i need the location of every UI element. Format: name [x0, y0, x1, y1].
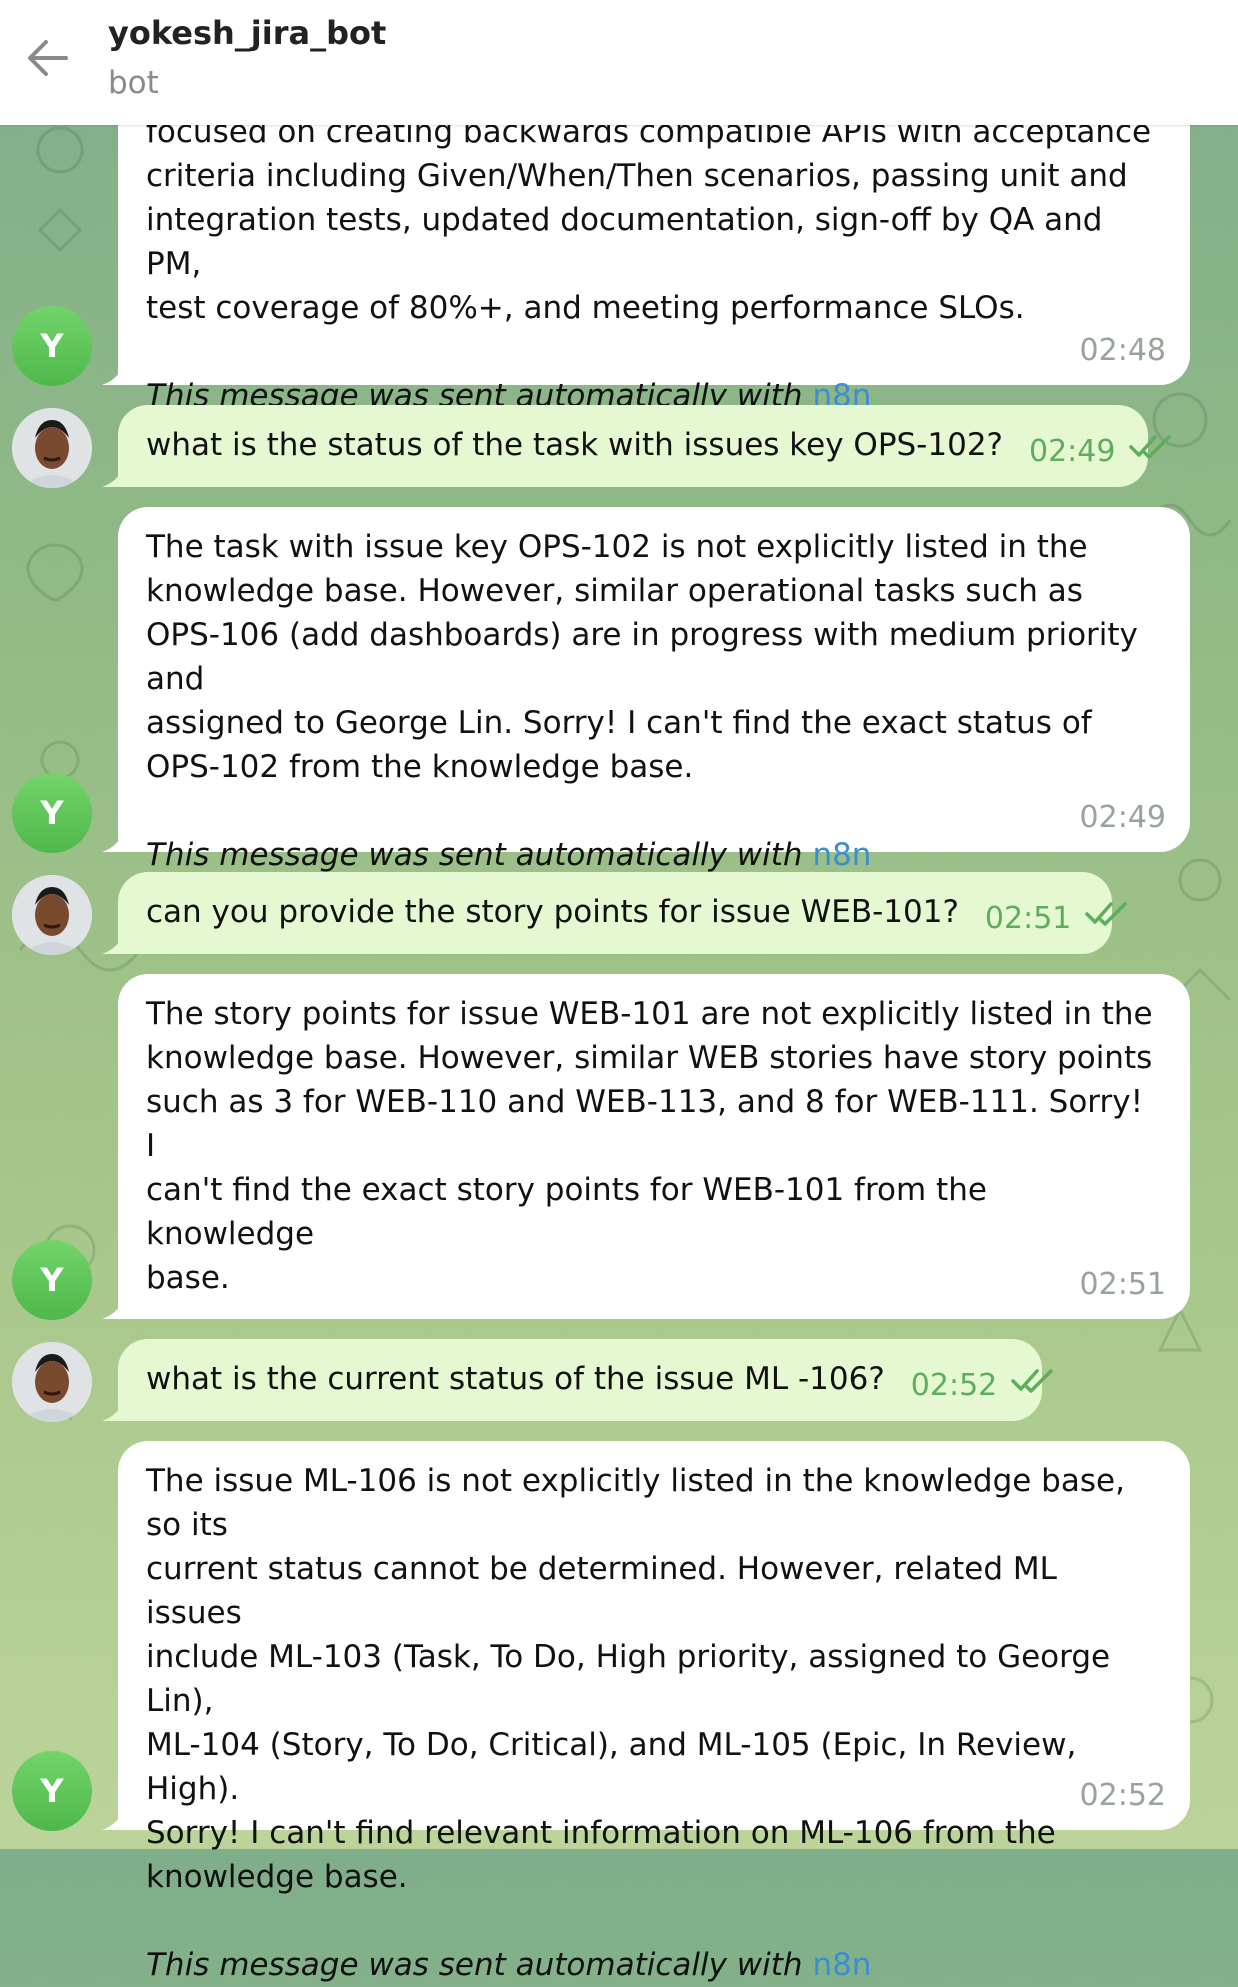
message-text: focused on creating backwards compatible…: [146, 114, 1152, 326]
bubble-tail: [102, 826, 126, 852]
chat-title[interactable]: yokesh_jira_bot: [108, 14, 386, 52]
message-time: 02:51: [1079, 1267, 1166, 1302]
message-text: can you provide the story points for iss…: [146, 894, 959, 930]
n8n-link[interactable]: n8n: [812, 837, 871, 873]
bubble-tail: [102, 1293, 126, 1319]
user-avatar-photo[interactable]: [12, 1342, 92, 1422]
message-text: what is the current status of the issue …: [146, 1361, 885, 1397]
message-time: 02:49: [1079, 800, 1166, 835]
user-avatar-photo[interactable]: [12, 408, 92, 488]
message-time: 02:52: [1079, 1778, 1166, 1813]
double-check-icon: [1129, 435, 1172, 459]
bubble-tail: [102, 1395, 126, 1421]
bubble-tail: [102, 461, 126, 487]
message-text: what is the status of the task with issu…: [146, 427, 1003, 463]
user-message: can you provide the story points for iss…: [102, 872, 1128, 954]
bubble-tail: [102, 1804, 126, 1830]
bubble-tail: [102, 359, 126, 385]
back-arrow-icon: [28, 40, 68, 76]
bot-avatar[interactable]: Y: [12, 773, 92, 853]
bot-avatar[interactable]: Y: [12, 1240, 92, 1320]
message-text: The story points for issue WEB-101 are n…: [146, 996, 1153, 1296]
message-text: The task with issue key OPS-102 is not e…: [146, 529, 1138, 785]
chat-header: yokesh_jira_bot bot: [0, 0, 1238, 125]
user-message: what is the status of the task with issu…: [102, 405, 1172, 487]
user-avatar-photo[interactable]: [12, 875, 92, 955]
bot-message: focused on creating backwards compatible…: [102, 92, 1190, 414]
automation-footer: This message was sent automatically with…: [146, 1947, 872, 1983]
message-time: 02:52: [910, 1368, 998, 1403]
bot-avatar[interactable]: Y: [12, 1751, 92, 1831]
n8n-link[interactable]: n8n: [812, 1947, 871, 1983]
bot-avatar[interactable]: Y: [12, 306, 92, 386]
bot-message: The task with issue key OPS-102 is not e…: [102, 507, 1190, 873]
double-check-icon: [1085, 902, 1128, 926]
message-time: 02:49: [1029, 434, 1116, 469]
chat-subtitle: bot: [108, 65, 159, 101]
bubble-tail: [102, 928, 126, 954]
bot-message: The issue ML-106 is not explicitly liste…: [102, 1441, 1190, 1983]
user-message: what is the current status of the issue …: [102, 1339, 1053, 1421]
message-text: The issue ML-106 is not explicitly liste…: [146, 1463, 1125, 1895]
message-time: 02:48: [1079, 333, 1166, 368]
automation-footer: This message was sent automatically with…: [146, 837, 872, 873]
double-check-icon: [1011, 1369, 1053, 1393]
back-button[interactable]: [20, 30, 76, 86]
message-time: 02:51: [984, 901, 1072, 936]
bot-message: The story points for issue WEB-101 are n…: [102, 974, 1190, 1384]
